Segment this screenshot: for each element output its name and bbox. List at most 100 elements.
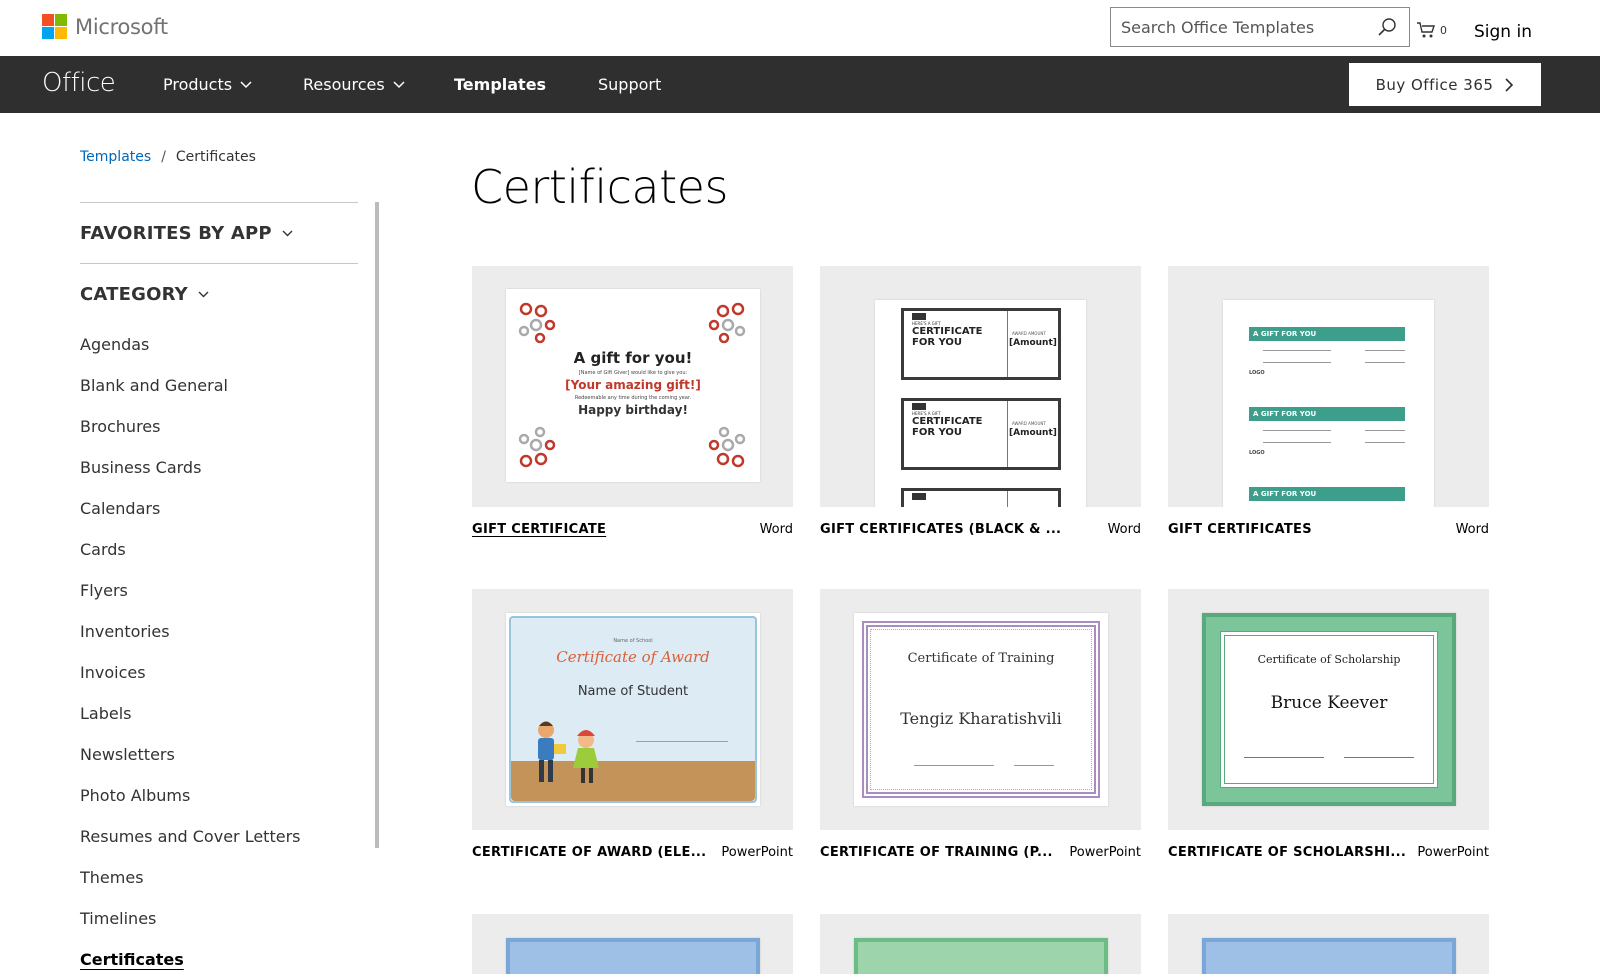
template-card[interactable]: A gift for you! [Name of Gift Giver] wou…: [472, 266, 793, 537]
cart-button[interactable]: 0: [1416, 21, 1447, 39]
scholarship-preview: Certificate of Scholarship Bruce Keever: [1202, 613, 1456, 806]
award-preview: Name of School Certificate of Award Name…: [506, 613, 760, 806]
search-input[interactable]: [1121, 16, 1371, 38]
breadcrumb-current: Certificates: [175, 149, 256, 165]
chevron-right-icon: [1505, 77, 1514, 92]
breadcrumb: Templates / Certificates: [80, 149, 256, 165]
search-box[interactable]: [1110, 7, 1410, 47]
template-app: Word: [759, 522, 793, 537]
nav-support[interactable]: Support: [598, 75, 661, 94]
cart-count: 0: [1440, 23, 1447, 37]
training-preview: Certificate of Training Tengiz Kharatish…: [854, 613, 1108, 806]
preview-text: [Your amazing gift!]: [565, 378, 701, 392]
favorites-by-app-toggle[interactable]: FAVORITES BY APP: [80, 203, 358, 263]
microsoft-logo[interactable]: Microsoft: [42, 14, 168, 39]
template-card[interactable]: [820, 914, 1141, 974]
template-name[interactable]: GIFT CERTIFICATES: [1168, 522, 1312, 537]
category-list: Agendas Blank and General Brochures Busi…: [80, 324, 358, 980]
template-thumbnail[interactable]: Certificate of Scholarship Bruce Keever: [1168, 589, 1489, 830]
flower-decoration-icon: [518, 302, 556, 344]
template-name[interactable]: CERTIFICATE OF TRAINING (P...: [820, 845, 1053, 860]
category-item-flyers[interactable]: Flyers: [80, 570, 358, 611]
template-thumbnail[interactable]: HERE'S A GIFT CERTIFICATE FOR YOU AWARD …: [820, 266, 1141, 507]
template-card[interactable]: Certificate of Training Tengiz Kharatish…: [820, 589, 1141, 860]
category-item-blank-and-general[interactable]: Blank and General: [80, 365, 358, 406]
search-icon[interactable]: [1377, 17, 1397, 37]
buy-office-button[interactable]: Buy Office 365: [1349, 63, 1541, 106]
template-meta: CERTIFICATE OF TRAINING (P... PowerPoint: [820, 845, 1141, 860]
breadcrumb-templates[interactable]: Templates: [80, 149, 151, 165]
template-thumbnail[interactable]: Certificate of Training Tengiz Kharatish…: [820, 589, 1141, 830]
chevron-down-icon: [393, 80, 405, 88]
template-app: Word: [1107, 522, 1141, 537]
template-meta: GIFT CERTIFICATES (BLACK & ... Word: [820, 522, 1141, 537]
chevron-down-icon: [240, 80, 252, 88]
template-card[interactable]: HERE'S A GIFT CERTIFICATE FOR YOU AWARD …: [820, 266, 1141, 537]
gift-certificates-teal-preview: A GIFT FOR YOU LOGO A GIFT FOR YOU LOGO …: [1223, 300, 1434, 507]
children-illustration-icon: [538, 721, 599, 783]
template-meta: GIFT CERTIFICATE Word: [472, 522, 793, 537]
category-toggle[interactable]: CATEGORY: [80, 264, 358, 324]
template-card[interactable]: [1168, 914, 1489, 974]
nav-resources[interactable]: Resources: [303, 75, 405, 94]
template-thumbnail[interactable]: [1168, 914, 1489, 974]
category-item-calendars[interactable]: Calendars: [80, 488, 358, 529]
category-item-resumes[interactable]: Resumes and Cover Letters: [80, 816, 358, 857]
template-app: Word: [1455, 522, 1489, 537]
flower-decoration-icon: [708, 302, 746, 344]
nav-templates[interactable]: Templates: [454, 75, 546, 94]
category-item-brochures[interactable]: Brochures: [80, 406, 358, 447]
template-thumbnail[interactable]: A gift for you! [Name of Gift Giver] wou…: [472, 266, 793, 507]
flower-decoration-icon: [708, 426, 746, 468]
template-name[interactable]: GIFT CERTIFICATE: [472, 522, 606, 537]
sign-in-link[interactable]: Sign in: [1474, 22, 1532, 42]
template-card[interactable]: [472, 914, 793, 974]
category-item-cards[interactable]: Cards: [80, 529, 358, 570]
preview-heading: A gift for you!: [573, 349, 693, 367]
category-item-certificates[interactable]: Certificates: [80, 939, 358, 980]
category-item-business-cards[interactable]: Business Cards: [80, 447, 358, 488]
template-meta: CERTIFICATE OF AWARD (ELE... PowerPoint: [472, 845, 793, 860]
sidebar-scrollbar[interactable]: [375, 202, 379, 848]
chevron-down-icon: [198, 291, 209, 297]
category-item-labels[interactable]: Labels: [80, 693, 358, 734]
category-item-newsletters[interactable]: Newsletters: [80, 734, 358, 775]
office-nav: Office Products Resources Templates Supp…: [0, 56, 1600, 113]
category-item-inventories[interactable]: Inventories: [80, 611, 358, 652]
coupon: [901, 488, 1061, 507]
template-card[interactable]: A GIFT FOR YOU LOGO A GIFT FOR YOU LOGO …: [1168, 266, 1489, 537]
category-item-agendas[interactable]: Agendas: [80, 324, 358, 365]
nav-products[interactable]: Products: [163, 75, 252, 94]
flower-decoration-icon: [518, 426, 556, 468]
template-thumbnail[interactable]: [472, 914, 793, 974]
template-card[interactable]: Certificate of Scholarship Bruce Keever …: [1168, 589, 1489, 860]
sidebar: FAVORITES BY APP CATEGORY Agendas Blank …: [80, 202, 358, 980]
preview-text: [Name of Gift Giver] would like to give …: [578, 370, 688, 376]
page-title: Certificates: [471, 160, 728, 214]
microsoft-wordmark: Microsoft: [75, 14, 168, 39]
template-thumbnail[interactable]: Name of School Certificate of Award Name…: [472, 589, 793, 830]
category-item-invoices[interactable]: Invoices: [80, 652, 358, 693]
coupon: HERE'S A GIFT CERTIFICATE FOR YOU AWARD …: [901, 398, 1061, 470]
preview-text: Redeemable any time during the coming ye…: [574, 395, 692, 401]
category-item-photo-albums[interactable]: Photo Albums: [80, 775, 358, 816]
cart-icon: [1417, 22, 1435, 38]
top-bar: Microsoft 0 Sign in: [0, 0, 1600, 56]
office-logo[interactable]: Office: [42, 68, 116, 98]
preview-text: Happy birthday!: [578, 403, 688, 417]
microsoft-logo-icon: [42, 14, 67, 39]
template-name[interactable]: CERTIFICATE OF AWARD (ELE...: [472, 845, 706, 860]
template-meta: GIFT CERTIFICATES Word: [1168, 522, 1489, 537]
template-app: PowerPoint: [721, 845, 793, 860]
category-item-themes[interactable]: Themes: [80, 857, 358, 898]
template-app: PowerPoint: [1417, 845, 1489, 860]
breadcrumb-separator: /: [161, 149, 166, 165]
gift-certificates-bw-preview: HERE'S A GIFT CERTIFICATE FOR YOU AWARD …: [875, 300, 1086, 507]
coupon: HERE'S A GIFT CERTIFICATE FOR YOU AWARD …: [901, 308, 1061, 380]
template-thumbnail[interactable]: [820, 914, 1141, 974]
template-card[interactable]: Name of School Certificate of Award Name…: [472, 589, 793, 860]
template-thumbnail[interactable]: A GIFT FOR YOU LOGO A GIFT FOR YOU LOGO …: [1168, 266, 1489, 507]
template-name[interactable]: CERTIFICATE OF SCHOLARSHI...: [1168, 845, 1406, 860]
category-item-timelines[interactable]: Timelines: [80, 898, 358, 939]
template-name[interactable]: GIFT CERTIFICATES (BLACK & ...: [820, 522, 1061, 537]
